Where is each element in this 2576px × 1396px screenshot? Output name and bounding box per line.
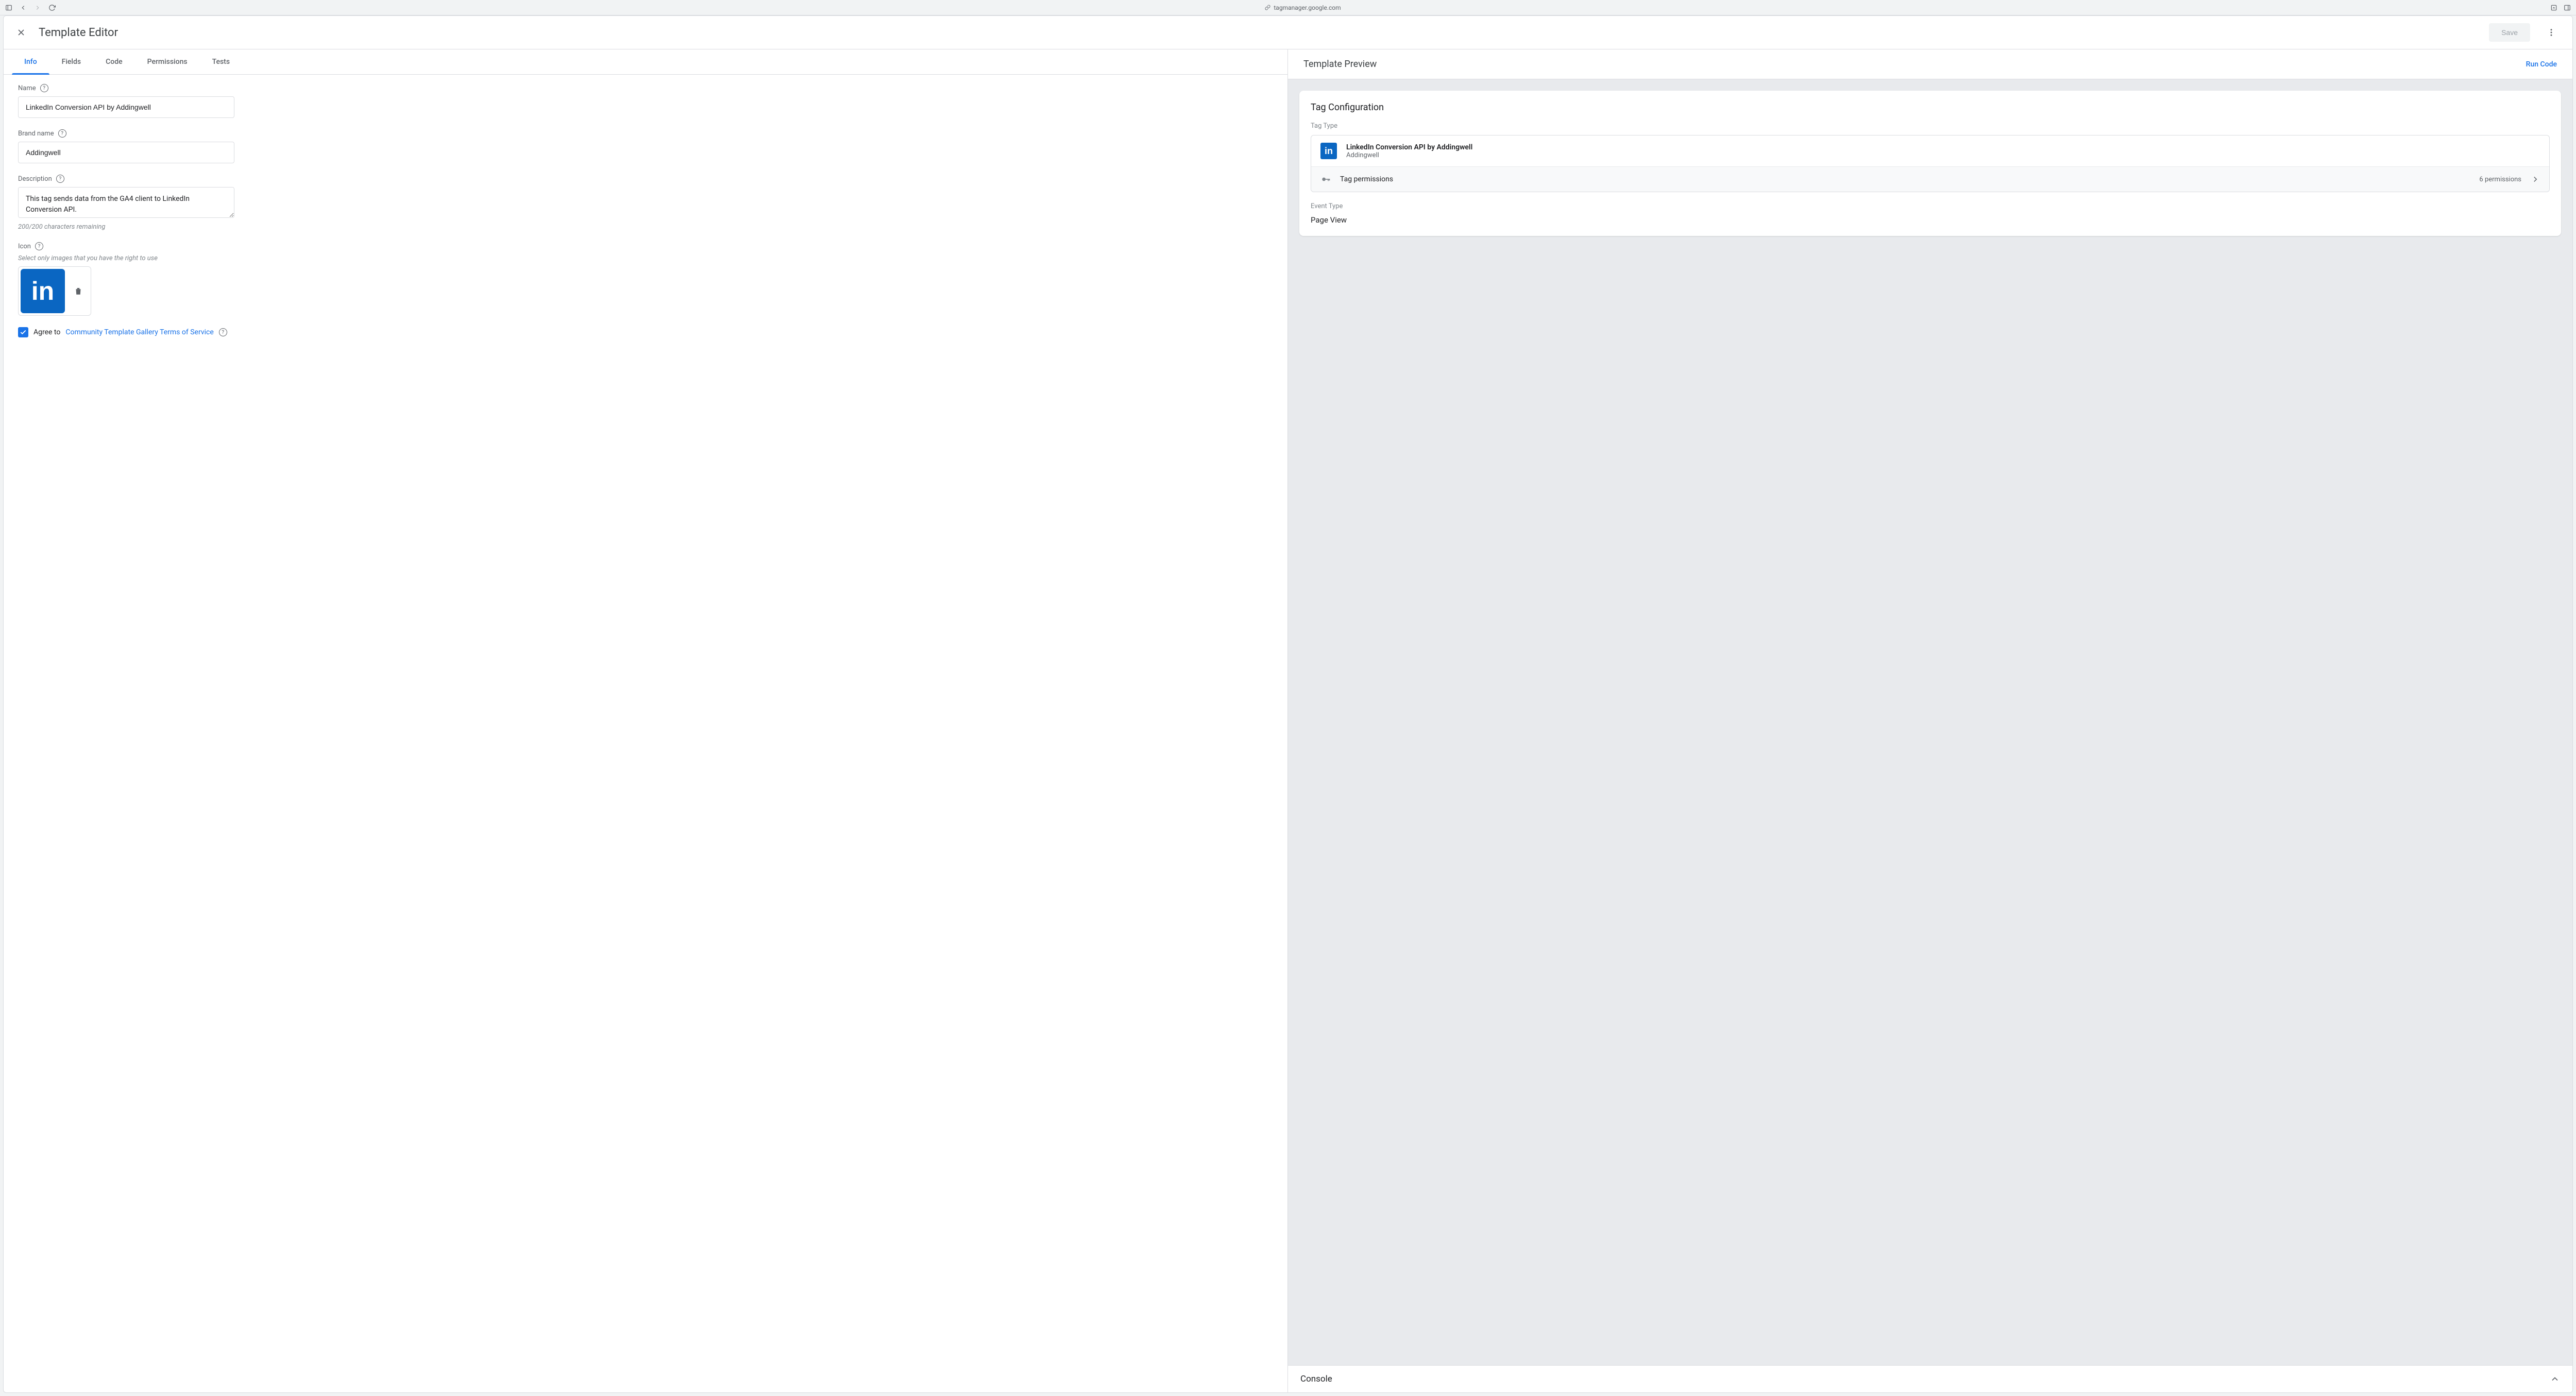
icon-hint: Select only images that you have the rig… <box>18 254 1273 262</box>
chevron-up-icon[interactable] <box>2550 1374 2560 1384</box>
chevron-right-icon <box>2531 175 2540 184</box>
url-bar[interactable]: tagmanager.google.com <box>61 4 2545 11</box>
back-icon[interactable] <box>20 4 27 11</box>
brand-input[interactable] <box>18 142 234 163</box>
run-code-button[interactable]: Run Code <box>2526 60 2557 69</box>
linkedin-icon: in <box>1320 143 1337 159</box>
tag-type-row[interactable]: in LinkedIn Conversion API by Addingwell… <box>1311 135 2549 166</box>
tabs-icon[interactable] <box>2564 4 2571 11</box>
tag-name: LinkedIn Conversion API by Addingwell <box>1346 143 1472 151</box>
permissions-label: Tag permissions <box>1340 175 1393 183</box>
brand-label: Brand name <box>18 130 54 138</box>
icon-preview-wrap: in <box>18 266 91 316</box>
name-input[interactable] <box>18 96 234 118</box>
event-type-value: Page View <box>1311 215 2550 225</box>
tab-code[interactable]: Code <box>93 49 134 74</box>
editor-header: Template Editor Save <box>4 16 2572 49</box>
preview-panel: Template Preview Run Code Tag Configurat… <box>1288 49 2572 1392</box>
event-type-label: Event Type <box>1311 202 2550 210</box>
help-icon[interactable]: ? <box>35 242 43 250</box>
share-icon[interactable] <box>2550 4 2557 11</box>
card-title: Tag Configuration <box>1311 102 2550 113</box>
description-input[interactable]: This tag sends data from the GA4 client … <box>18 187 234 218</box>
tag-config-card: Tag Configuration Tag Type in LinkedIn C… <box>1299 91 2561 236</box>
tag-brand: Addingwell <box>1346 151 1472 159</box>
key-icon <box>1320 174 1331 184</box>
tab-bar: Info Fields Code Permissions Tests <box>4 49 1287 75</box>
forward-icon[interactable] <box>34 4 41 11</box>
help-icon[interactable]: ? <box>58 129 66 138</box>
editor-left-panel: Info Fields Code Permissions Tests Name … <box>4 49 1288 1392</box>
console-title: Console <box>1300 1374 1332 1384</box>
name-label: Name <box>18 84 36 92</box>
browser-toolbar: tagmanager.google.com <box>0 0 2576 15</box>
preview-title: Template Preview <box>1303 59 1377 70</box>
tab-tests[interactable]: Tests <box>200 49 242 74</box>
linkedin-icon: in <box>21 269 65 313</box>
app-window: Template Editor Save Info Fields Code Pe… <box>3 15 2573 1393</box>
terms-link[interactable]: Community Template Gallery Terms of Serv… <box>65 328 213 336</box>
url-text: tagmanager.google.com <box>1274 4 1341 11</box>
agree-prefix: Agree to <box>33 328 60 336</box>
tab-fields[interactable]: Fields <box>49 49 93 74</box>
more-menu-icon[interactable] <box>2541 25 2561 40</box>
char-counter: 200/200 characters remaining <box>18 223 1273 231</box>
help-icon[interactable]: ? <box>40 84 48 92</box>
tag-type-label: Tag Type <box>1311 122 2550 130</box>
reload-icon[interactable] <box>48 4 56 11</box>
tag-permissions-row[interactable]: Tag permissions 6 permissions <box>1311 166 2549 192</box>
sidebar-toggle-icon[interactable] <box>5 4 12 11</box>
close-icon[interactable] <box>15 26 27 39</box>
permissions-count: 6 permissions <box>2479 176 2521 183</box>
help-icon[interactable]: ? <box>56 175 64 183</box>
console-bar[interactable]: Console <box>1288 1365 2572 1392</box>
tab-permissions[interactable]: Permissions <box>135 49 200 74</box>
description-label: Description <box>18 175 52 183</box>
delete-icon-button[interactable] <box>68 281 89 301</box>
terms-checkbox[interactable] <box>18 327 28 337</box>
help-icon[interactable]: ? <box>219 328 227 336</box>
icon-label: Icon <box>18 243 31 250</box>
page-title: Template Editor <box>39 26 118 39</box>
save-button[interactable]: Save <box>2489 23 2530 42</box>
tab-info[interactable]: Info <box>12 49 49 74</box>
